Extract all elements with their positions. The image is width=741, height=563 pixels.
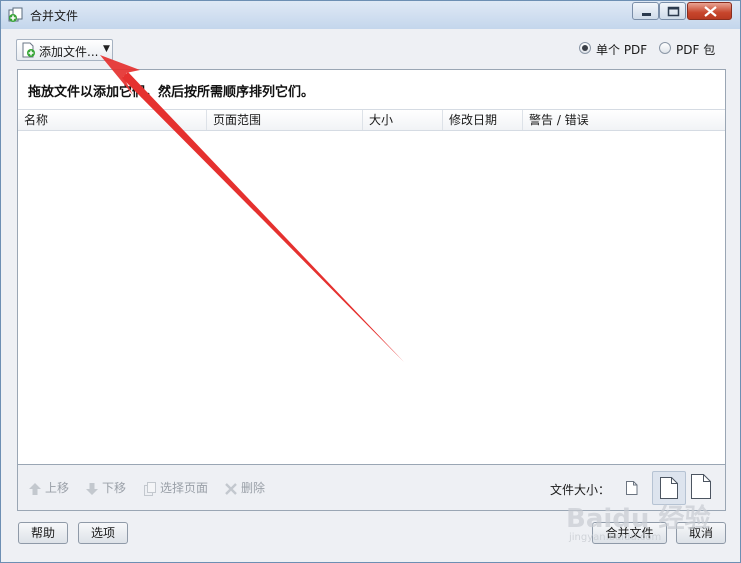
column-header-size[interactable]: 大小: [363, 110, 443, 130]
add-files-button[interactable]: 添加文件... ▼: [16, 39, 113, 61]
title-bar: 合并文件: [1, 1, 740, 29]
move-down-button[interactable]: 下移: [85, 479, 126, 496]
watermark: Baidu 经验: [566, 504, 711, 534]
small-page-icon: [626, 481, 638, 495]
options-button[interactable]: 选项: [78, 522, 128, 544]
maximize-icon: [667, 6, 680, 17]
minimize-icon: [642, 13, 651, 16]
toolbar: 添加文件... ▼ 单个 PDF PDF 包: [1, 29, 740, 69]
window-title: 合并文件: [30, 9, 79, 23]
close-icon: [704, 6, 717, 17]
close-button[interactable]: [687, 2, 732, 20]
arrow-up-icon: [29, 482, 41, 495]
file-size-small-button[interactable]: [625, 480, 639, 499]
radio-pdf-portfolio[interactable]: [659, 42, 671, 54]
combine-files-dialog: 合并文件 添加文件... ▼ 单个 PDF PDF 包 拖放文件以添加它们，然后…: [0, 0, 741, 563]
radio-single-pdf-label[interactable]: 单个 PDF: [596, 41, 647, 58]
radio-single-pdf[interactable]: [579, 42, 591, 54]
combine-files-icon: [8, 7, 23, 22]
arrow-down-icon: [86, 482, 98, 495]
medium-page-icon: [660, 477, 678, 499]
radio-pdf-portfolio-label[interactable]: PDF 包: [676, 41, 715, 58]
file-list-header: 名称 页面范围 大小 修改日期 警告 / 错误: [18, 109, 725, 131]
minimize-button[interactable]: [632, 2, 659, 20]
maximize-button[interactable]: [659, 2, 686, 20]
file-list-panel[interactable]: 拖放文件以添加它们，然后按所需顺序排列它们。 名称 页面范围 大小 修改日期 警…: [17, 69, 726, 465]
column-header-modified-date[interactable]: 修改日期: [443, 110, 523, 130]
chevron-down-icon[interactable]: ▼: [103, 44, 110, 54]
move-up-button[interactable]: 上移: [28, 479, 69, 496]
file-size-label: 文件大小：: [550, 483, 611, 497]
help-button[interactable]: 帮助: [18, 522, 68, 544]
large-page-icon: [691, 474, 711, 499]
x-icon: [225, 482, 237, 495]
column-header-name[interactable]: 名称: [18, 110, 207, 130]
move-down-label: 下移: [102, 481, 127, 495]
drop-instruction: 拖放文件以添加它们，然后按所需顺序排列它们。: [28, 85, 315, 100]
delete-button[interactable]: 删除: [224, 479, 265, 496]
move-up-label: 上移: [45, 481, 70, 495]
add-files-label: 添加文件...: [39, 45, 99, 59]
column-header-page-range[interactable]: 页面范围: [207, 110, 363, 130]
add-file-icon: [22, 42, 35, 58]
column-header-warnings-errors[interactable]: 警告 / 错误: [523, 110, 721, 130]
choose-pages-label: 选择页面: [160, 481, 209, 495]
choose-pages-button[interactable]: 选择页面: [143, 479, 208, 496]
watermark-url: jingyan.baidu.com: [569, 532, 662, 543]
delete-label: 删除: [241, 481, 266, 495]
list-scrollbar-track[interactable]: [721, 131, 725, 464]
pages-icon: [144, 481, 156, 496]
